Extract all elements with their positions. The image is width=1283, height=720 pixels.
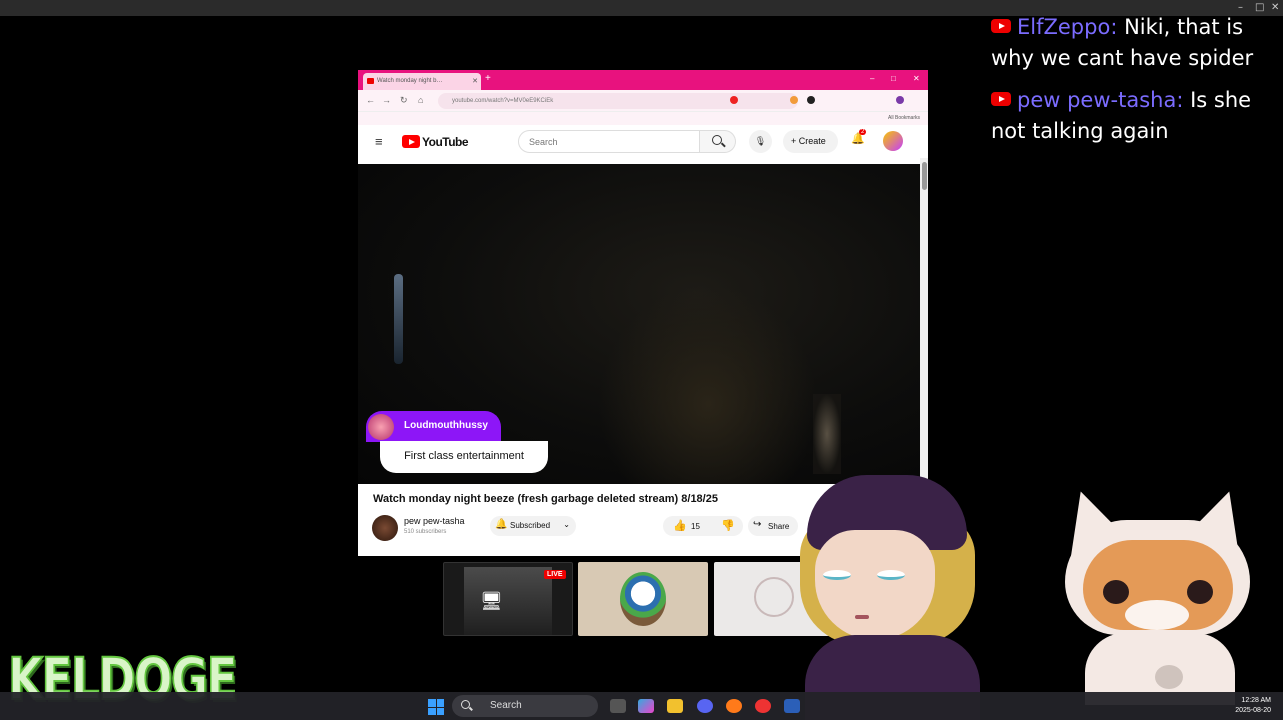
file-explorer-icon[interactable] — [667, 699, 683, 713]
vtuber-cat-avatar — [1052, 482, 1260, 705]
create-button[interactable]: + Create — [783, 130, 838, 153]
mic-icon[interactable]: 🎙 — [749, 130, 772, 153]
chevron-down-icon: ⌄ — [563, 520, 570, 529]
bell-icon: 🔔 — [495, 519, 508, 530]
share-icon: ↪ — [753, 519, 762, 530]
home-icon[interactable]: ⌂ — [418, 95, 423, 105]
taskbar: Search 12:28 AM 2025-08-20 — [0, 692, 1283, 720]
thumbnail[interactable]: 🖥 LIVE — [443, 562, 573, 636]
chat-username: pew pew-tasha — [1017, 88, 1177, 112]
reload-icon[interactable]: ↻ — [400, 95, 408, 106]
tab-bar: Watch monday night b… ✕ + – □ ✕ — [358, 70, 928, 90]
extension-icon[interactable] — [790, 96, 798, 104]
live-badge: LIVE — [544, 570, 566, 579]
channel-name[interactable]: pew pew-tasha — [404, 516, 465, 526]
video-frame — [813, 394, 841, 474]
thumbs-down-icon[interactable]: 👎 — [721, 519, 735, 532]
search-icon — [461, 700, 470, 709]
browser-tab[interactable]: Watch monday night b… ✕ — [363, 73, 481, 90]
copilot-icon[interactable] — [638, 699, 654, 713]
task-view-icon[interactable] — [610, 699, 626, 713]
all-bookmarks[interactable]: All Bookmarks — [888, 115, 920, 121]
subscriber-count: 510 subscribers — [404, 529, 447, 535]
thumbnail-image — [620, 572, 666, 626]
firefox-icon[interactable] — [726, 699, 742, 713]
minimize-icon[interactable]: – — [870, 74, 874, 83]
extension-icon[interactable] — [730, 96, 738, 104]
taskbar-clock[interactable]: 12:28 AM 2025-08-20 — [1235, 696, 1271, 716]
like-button[interactable]: 👍 15 👎 — [663, 516, 743, 536]
clock-time: 12:28 AM — [1241, 697, 1271, 704]
like-count: 15 — [691, 522, 700, 531]
youtube-header: ≡ YouTube Search 🎙 + Create 🔔 2 — [358, 125, 928, 158]
video-frame — [394, 274, 403, 364]
search-input[interactable]: Search — [518, 130, 700, 153]
close-icon[interactable]: ✕ — [913, 74, 920, 83]
video-frame — [598, 284, 818, 484]
superchat-header: Loudmouthhussy — [366, 411, 501, 442]
tab-title: Watch monday night b… — [377, 78, 443, 84]
vtuber-avatar — [795, 475, 990, 720]
thumbs-up-icon: 👍 — [673, 520, 687, 532]
chat-username: ElfZeppo — [1017, 15, 1111, 39]
avatar — [368, 414, 394, 440]
youtube-logo-text[interactable]: YouTube — [422, 135, 469, 149]
stream-overlay: – □ ✕ ElfZeppo: Niki, that is why we can… — [0, 0, 1283, 720]
url-field[interactable]: youtube.com/watch?v=MV0eE9KCiEk — [438, 93, 798, 109]
youtube-icon — [991, 92, 1011, 106]
taskbar-search[interactable]: Search — [452, 695, 598, 717]
monitor-icon: 🖥 — [480, 591, 503, 611]
menu-icon[interactable]: ≡ — [375, 134, 383, 149]
chat-overlay: ElfZeppo: Niki, that is why we cant have… — [991, 12, 1276, 158]
maximize-icon[interactable]: □ — [891, 74, 896, 83]
youtube-icon — [991, 19, 1011, 33]
new-tab-icon[interactable]: + — [485, 73, 491, 84]
subscribed-button[interactable]: 🔔 Subscribed ⌄ — [490, 516, 576, 536]
avatar[interactable] — [883, 131, 903, 151]
discord-icon[interactable] — [697, 699, 713, 713]
chat-message: ElfZeppo: Niki, that is why we cant have… — [991, 15, 1254, 70]
bookmarks-bar: All Bookmarks — [358, 112, 928, 125]
forward-icon[interactable]: → — [382, 95, 391, 105]
extension-icon[interactable] — [807, 96, 815, 104]
search-icon — [712, 135, 722, 145]
profile-icon[interactable] — [896, 96, 904, 104]
thumbnail-image — [754, 577, 794, 617]
back-icon[interactable]: ← — [366, 95, 375, 105]
youtube-logo-icon[interactable] — [402, 135, 420, 148]
address-bar: ← → ↻ ⌂ youtube.com/watch?v=MV0eE9KCiEk — [358, 90, 928, 112]
app-icon[interactable] — [755, 699, 771, 713]
channel-avatar[interactable] — [372, 515, 398, 541]
notification-badge: 2 — [859, 129, 867, 135]
search-button[interactable] — [700, 130, 736, 153]
video-title: Watch monday night beeze (fresh garbage … — [373, 493, 718, 505]
chat-message: pew pew-tasha: Is she not talking again — [991, 88, 1252, 143]
close-icon[interactable]: ✕ — [472, 77, 478, 85]
windows-start-icon[interactable] — [428, 699, 444, 715]
thumbnail[interactable] — [578, 562, 708, 636]
youtube-icon — [367, 78, 374, 84]
superchat-name: Loudmouthhussy — [404, 420, 488, 431]
superchat-message: First class entertainment — [380, 441, 548, 473]
share-button[interactable]: ↪ Share — [748, 516, 798, 536]
scrollbar-thumb[interactable] — [922, 162, 927, 190]
clock-date: 2025-08-20 — [1235, 707, 1271, 714]
word-icon[interactable] — [784, 699, 800, 713]
